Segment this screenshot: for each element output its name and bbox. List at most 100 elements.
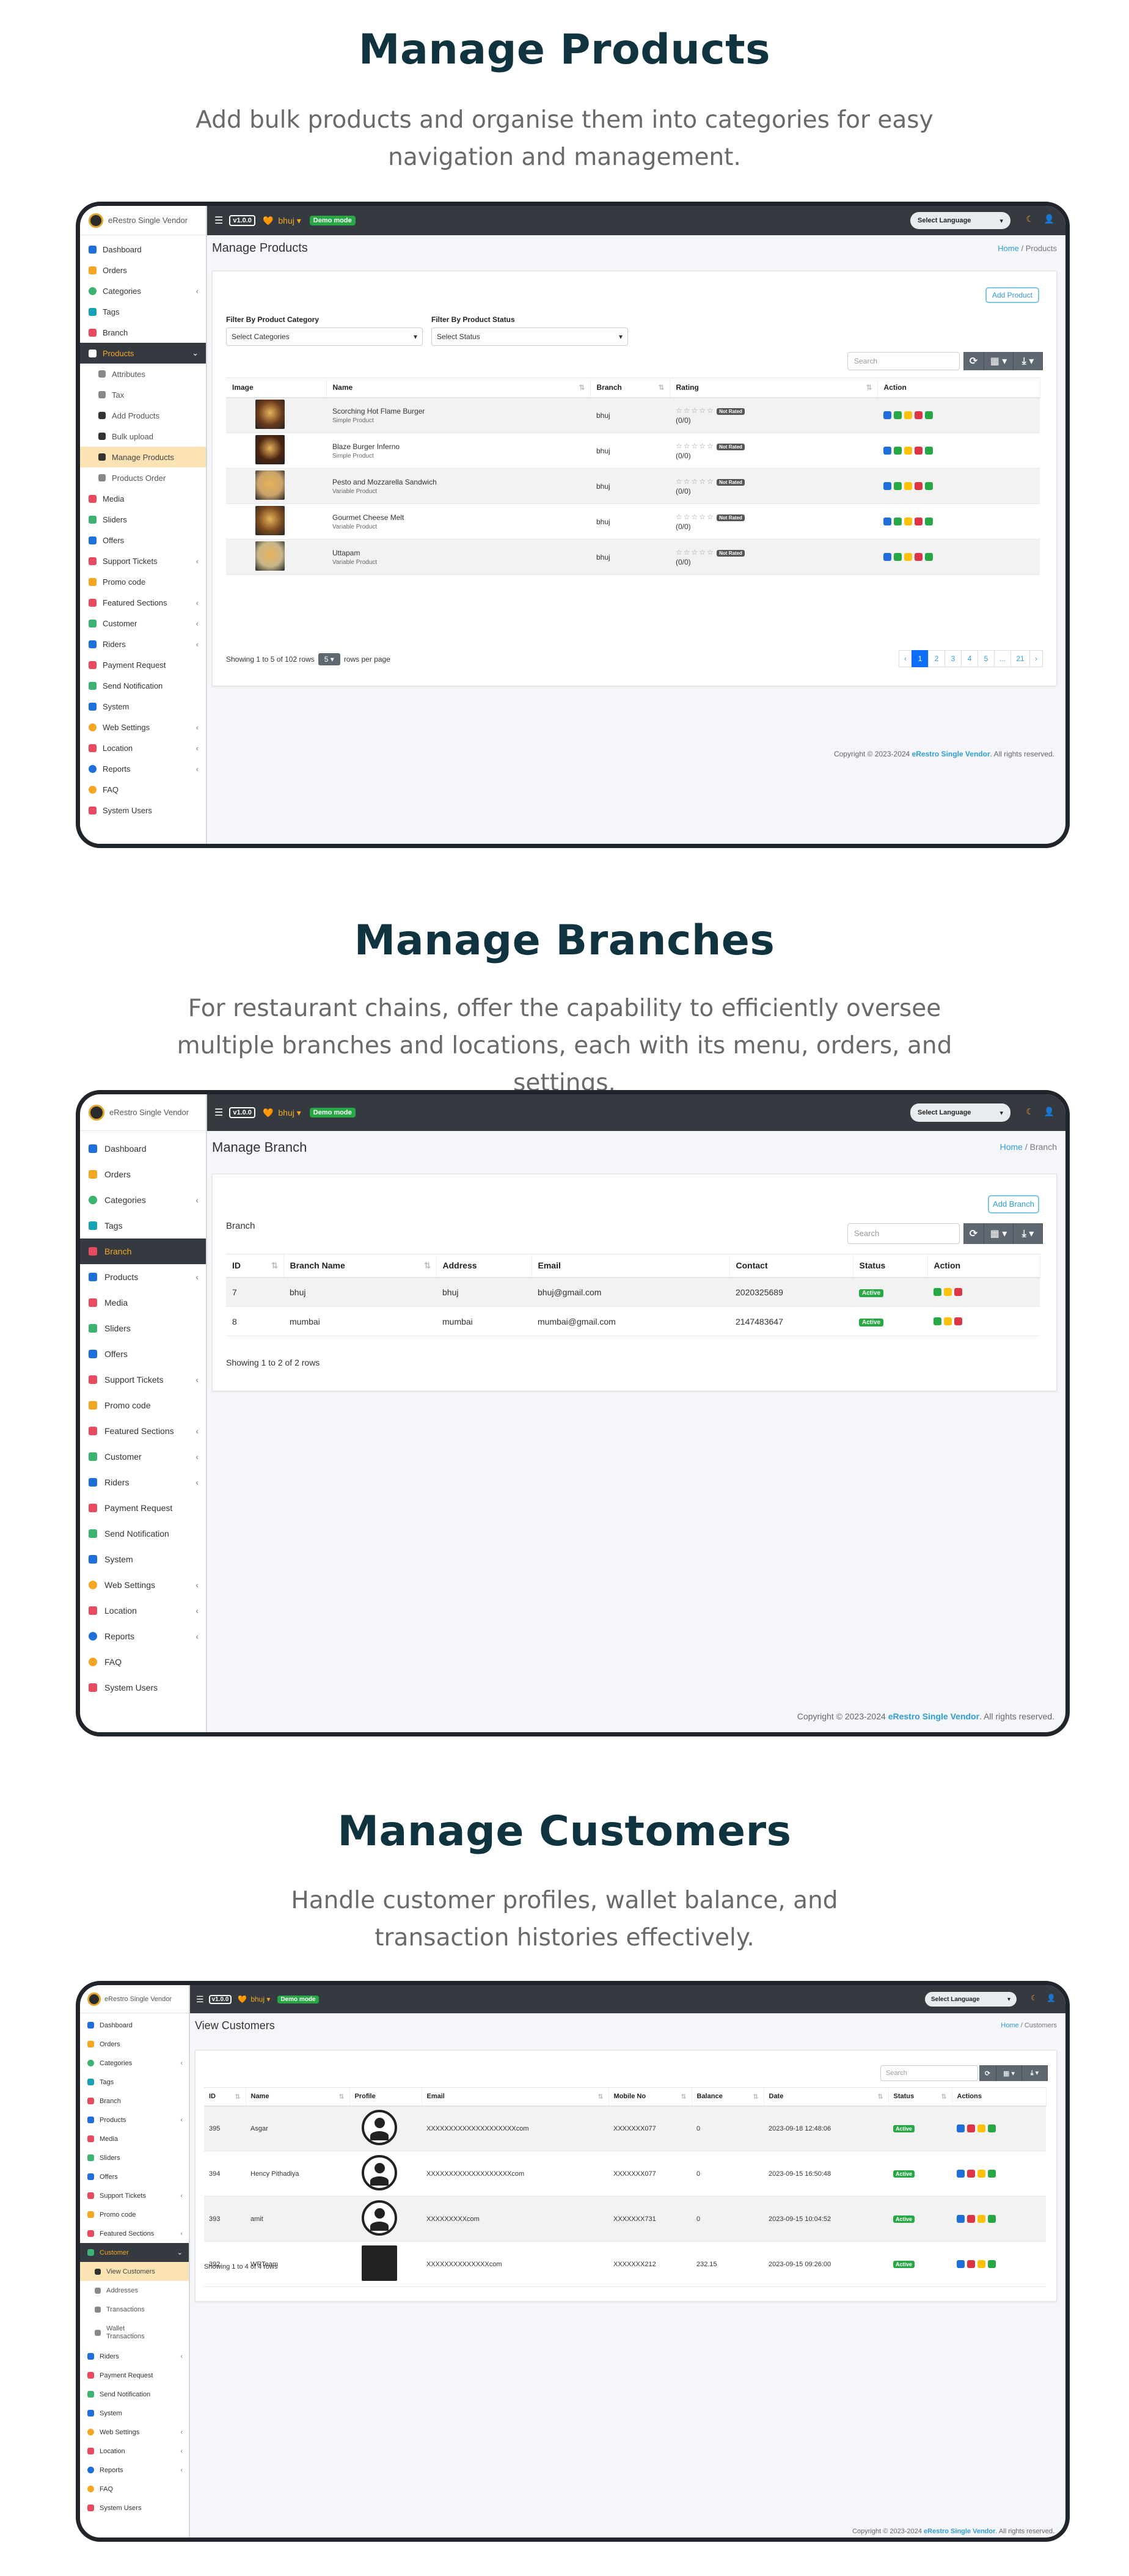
add-product-button[interactable]: Add Product (985, 287, 1039, 303)
toggle-icon[interactable] (904, 482, 912, 490)
page-prev[interactable]: ‹ (899, 650, 912, 667)
language-select[interactable]: Select Language ▾ (925, 1992, 1017, 2007)
col-header[interactable]: ID ⇅ (226, 1254, 284, 1278)
sidebar-item-wallet-transactions[interactable]: Wallet Transactions (80, 2319, 153, 2347)
sidebar-item-tags[interactable]: Tags (80, 1213, 206, 1239)
sidebar-item-add-products[interactable]: Add Products (80, 405, 206, 426)
sidebar-item-orders[interactable]: Orders (80, 2035, 189, 2054)
sidebar-item-faq[interactable]: FAQ (80, 1649, 206, 1675)
sidebar-item-featured-sections[interactable]: Featured Sections ‹ (80, 2224, 189, 2243)
sidebar-item-riders[interactable]: Riders ‹ (80, 634, 206, 654)
sidebar-item-offers[interactable]: Offers (80, 1341, 206, 1367)
sidebar-item-reports[interactable]: Reports ‹ (80, 1623, 206, 1649)
sidebar-item-products-order[interactable]: Products Order (80, 467, 206, 488)
rating-icon[interactable] (925, 553, 933, 561)
sidebar-item-system-users[interactable]: System Users (80, 1675, 206, 1700)
user-icon[interactable]: 👤 (1044, 214, 1054, 224)
toggle-icon[interactable] (944, 1288, 952, 1297)
sidebar-item-location[interactable]: Location ‹ (80, 1598, 206, 1623)
sidebar-item-sliders[interactable]: Sliders (80, 509, 206, 530)
hamburger-icon[interactable]: ☰ (196, 1994, 204, 2005)
sidebar-item-categories[interactable]: Categories ‹ (80, 2054, 189, 2073)
sidebar-item-media[interactable]: Media (80, 1290, 206, 1315)
branch-selector[interactable]: 🧡 bhuj ▾ (238, 1995, 270, 2003)
page-4[interactable]: 4 (961, 650, 978, 667)
page-5[interactable]: 5 (977, 650, 995, 667)
sidebar-item-riders[interactable]: Riders ‹ (80, 1469, 206, 1495)
sidebar-item-products[interactable]: Products ‹ (80, 1264, 206, 1290)
view-icon[interactable] (883, 447, 891, 455)
sidebar-item-location[interactable]: Location ‹ (80, 2442, 189, 2461)
brand[interactable]: eRestro Single Vendor (80, 1985, 189, 2013)
delete-icon[interactable] (915, 518, 923, 525)
export-icon[interactable]: ⤓ ▾ (1014, 352, 1043, 370)
view-icon[interactable] (988, 2260, 996, 2268)
edit-icon[interactable] (894, 411, 902, 420)
view-icon[interactable] (883, 553, 891, 561)
sidebar-item-send-notification[interactable]: Send Notification (80, 1521, 206, 1546)
sidebar-item-featured-sections[interactable]: Featured Sections ‹ (80, 1418, 206, 1444)
add-branch-button[interactable]: Add Branch (988, 1195, 1039, 1213)
sidebar-item-addresses[interactable]: Addresses (80, 2281, 189, 2300)
search-input[interactable]: Search (847, 1223, 960, 1244)
sidebar-item-web-settings[interactable]: Web Settings ‹ (80, 1572, 206, 1598)
sidebar-item-support-tickets[interactable]: Support Tickets ‹ (80, 2186, 189, 2205)
sidebar-item-reports[interactable]: Reports ‹ (80, 758, 206, 779)
sidebar-item-transactions[interactable]: Transactions (80, 2300, 189, 2319)
delete-icon[interactable] (954, 1317, 962, 1325)
sidebar-item-tags[interactable]: Tags (80, 2073, 189, 2091)
language-select[interactable]: Select Language ▾ (910, 1103, 1010, 1122)
sidebar-item-featured-sections[interactable]: Featured Sections ‹ (80, 592, 206, 613)
toggle-icon[interactable] (944, 1317, 952, 1325)
view-icon[interactable] (883, 482, 891, 490)
delete-icon[interactable] (915, 553, 923, 561)
sidebar-item-support-tickets[interactable]: Support Tickets ‹ (80, 1367, 206, 1392)
sidebar-item-dashboard[interactable]: Dashboard (80, 2016, 189, 2035)
edit-icon[interactable] (894, 447, 902, 455)
language-select[interactable]: Select Language ▾ (910, 212, 1010, 229)
refresh-icon[interactable]: ⟳ (979, 2065, 996, 2081)
sidebar-item-bulk-upload[interactable]: Bulk upload (80, 426, 206, 447)
hamburger-icon[interactable]: ☰ (214, 214, 223, 227)
rating-icon[interactable] (925, 447, 933, 455)
sidebar-item-promo-code[interactable]: Promo code (80, 571, 206, 592)
sidebar-item-dashboard[interactable]: Dashboard (80, 239, 206, 260)
refresh-icon[interactable]: ⟳ (963, 352, 984, 370)
page-1[interactable]: 1 (912, 650, 929, 667)
toggle-icon[interactable] (977, 2170, 985, 2178)
category-filter-select[interactable]: Select Categories ▾ (226, 327, 423, 346)
view-icon[interactable] (988, 2170, 996, 2178)
col-header[interactable]: Mobile No ⇅ (608, 2087, 692, 2107)
col-header[interactable]: Branch Name ⇅ (283, 1254, 437, 1278)
branch-selector[interactable]: 🧡 bhuj ▾ (263, 1108, 301, 1118)
toggle-icon[interactable] (977, 2260, 985, 2268)
search-input[interactable]: Search (847, 352, 960, 370)
sidebar-item-manage-products[interactable]: Manage Products (80, 447, 206, 467)
user-icon[interactable]: 👤 (1044, 1107, 1054, 1117)
toggle-icon[interactable] (904, 518, 912, 525)
delete-icon[interactable] (915, 447, 923, 455)
edit-icon[interactable] (934, 1288, 941, 1297)
wallet-icon[interactable] (967, 2170, 975, 2178)
sidebar-item-branch[interactable]: Branch (80, 2091, 189, 2110)
page-size-select[interactable]: 5 ▾ (318, 653, 340, 665)
sidebar-item-system[interactable]: System (80, 2404, 189, 2423)
col-header[interactable]: ID ⇅ (204, 2087, 246, 2107)
toggle-icon[interactable] (904, 553, 912, 561)
sidebar-item-media[interactable]: Media (80, 2129, 189, 2148)
user-icon[interactable]: 👤 (1047, 1994, 1056, 2002)
sidebar-item-payment-request[interactable]: Payment Request (80, 2366, 189, 2385)
breadcrumb-home[interactable]: Home (1000, 1142, 1023, 1152)
wallet-icon[interactable] (967, 2215, 975, 2223)
sidebar-item-categories[interactable]: Categories ‹ (80, 280, 206, 301)
moon-icon[interactable]: ☾ (1026, 214, 1034, 224)
view-icon[interactable] (988, 2215, 996, 2223)
toggle-icon[interactable] (977, 2124, 985, 2133)
delete-icon[interactable] (954, 1288, 962, 1297)
footer-link[interactable]: eRestro Single Vendor (888, 1711, 979, 1721)
wallet-icon[interactable] (967, 2260, 975, 2268)
sidebar-item-customer[interactable]: Customer ⌄ (80, 2243, 189, 2262)
sidebar-item-location[interactable]: Location ‹ (80, 737, 206, 758)
sidebar-item-promo-code[interactable]: Promo code (80, 2205, 189, 2224)
search-input[interactable]: Search (880, 2065, 978, 2081)
